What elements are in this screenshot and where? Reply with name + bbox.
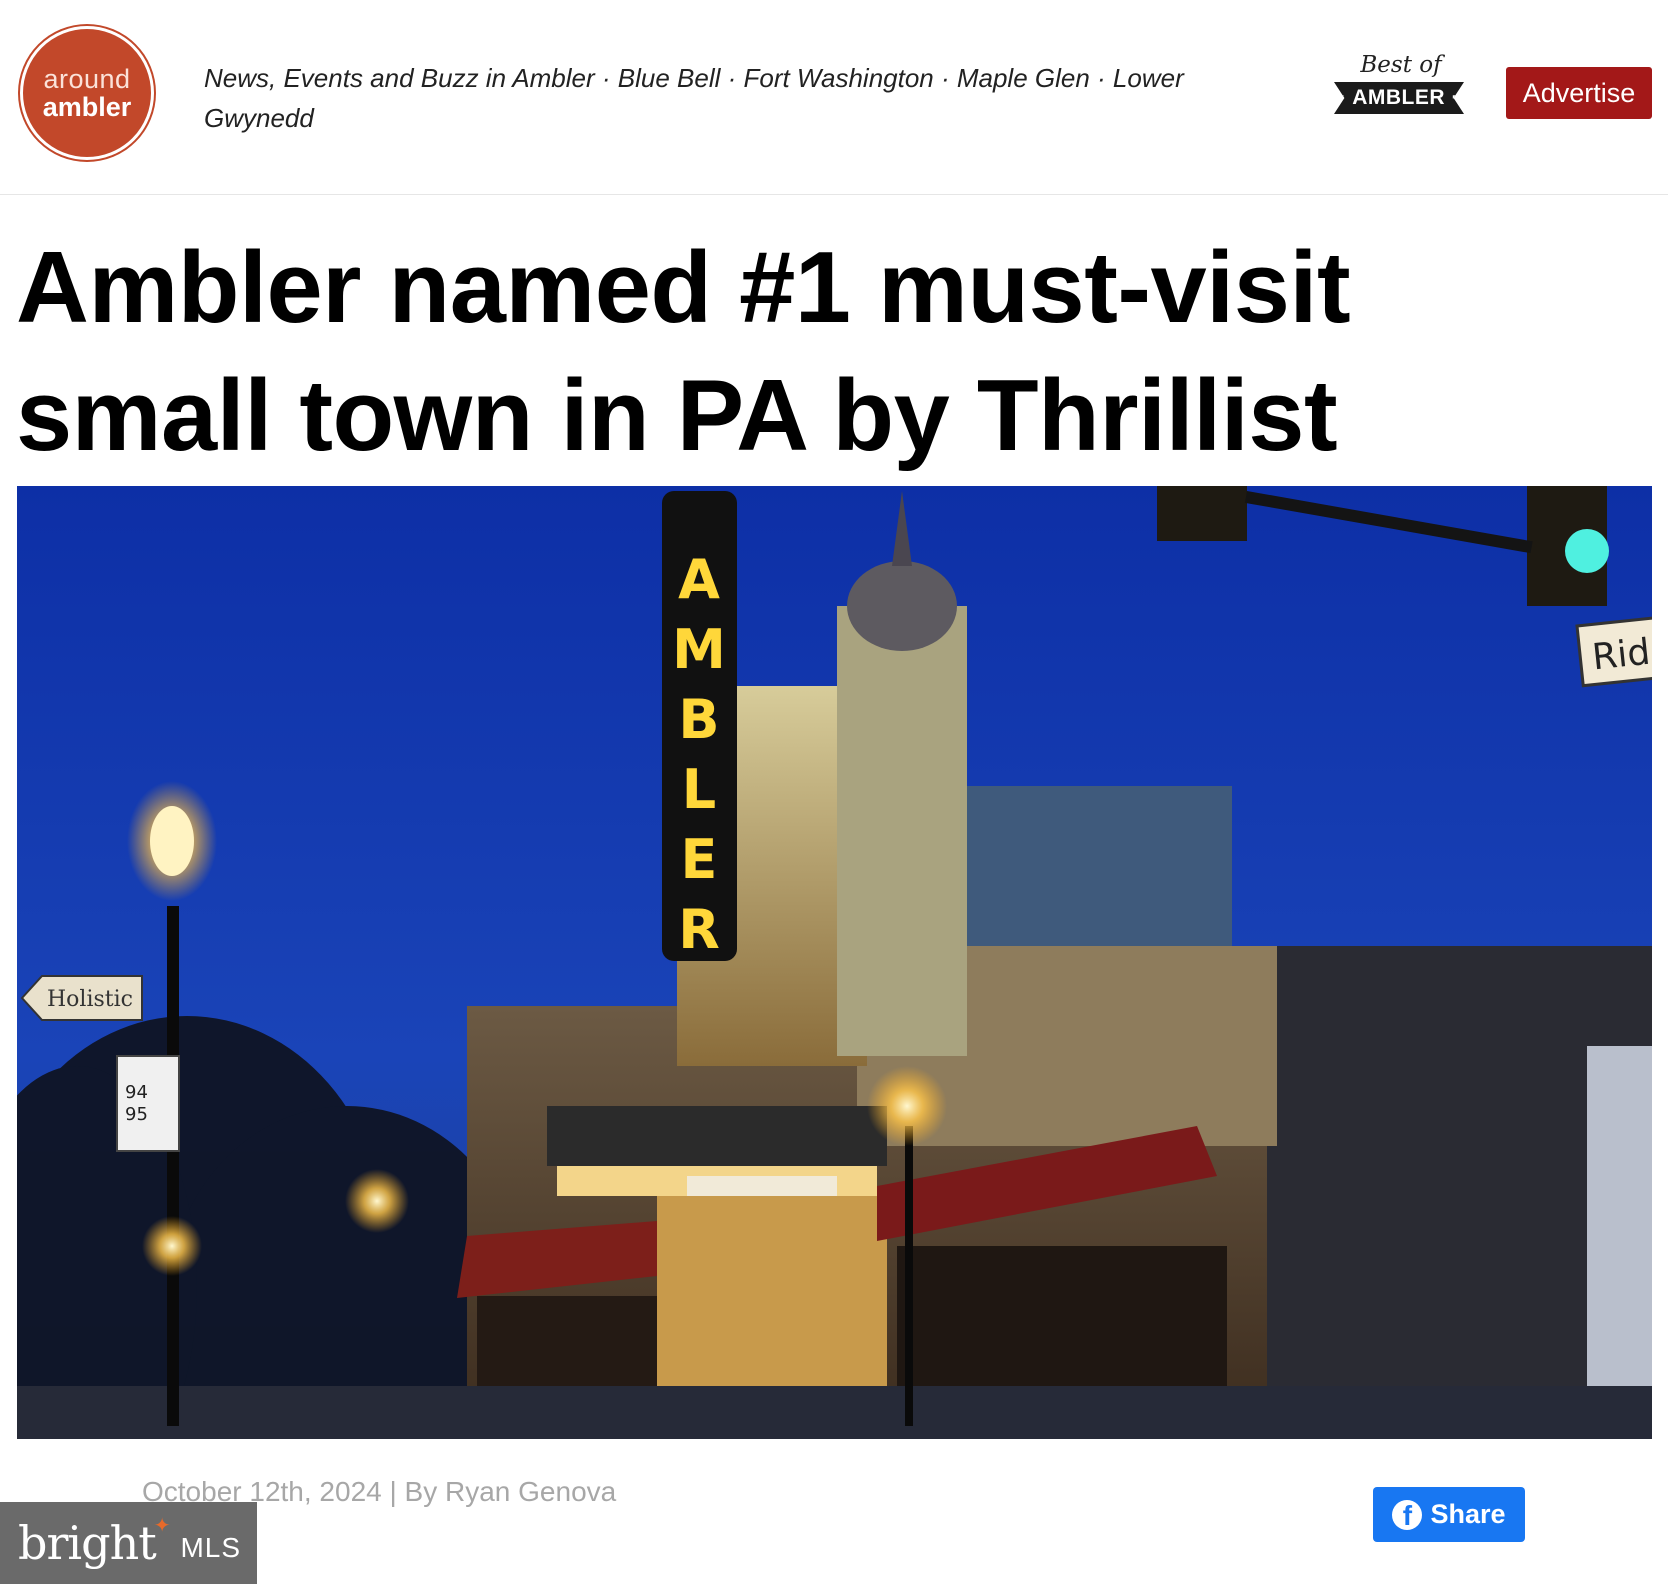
watermark-brand: bright	[18, 1516, 157, 1570]
article-headline: Ambler named #1 must-visit small town in…	[16, 232, 1351, 472]
svg-text:M: M	[672, 618, 726, 681]
logo-text-ambler: ambler	[42, 91, 132, 122]
svg-text:E: E	[681, 828, 718, 891]
svg-text:Holistic: Holistic	[47, 987, 133, 1012]
advertise-button[interactable]: Advertise	[1506, 67, 1652, 119]
facebook-share-button[interactable]: f Share	[1373, 1487, 1525, 1542]
site-tagline: News, Events and Buzz in Ambler · Blue B…	[204, 63, 1184, 133]
share-label: Share	[1430, 1499, 1506, 1529]
watermark-suffix: MLS	[180, 1532, 242, 1563]
facebook-icon: f	[1392, 1499, 1423, 1530]
svg-text:R: R	[678, 898, 720, 961]
svg-text:95: 95	[125, 1104, 148, 1125]
hero-image: A M B L E R Rid Holistic 94 95	[17, 486, 1652, 1439]
around-ambler-logo[interactable]: around ambler	[20, 26, 154, 160]
watermark-dot-icon: ✦	[153, 1514, 171, 1537]
svg-text:Rid: Rid	[1590, 632, 1652, 679]
svg-text:B: B	[678, 688, 719, 751]
svg-text:94: 94	[125, 1082, 148, 1103]
svg-text:L: L	[682, 758, 716, 821]
best-of-ambler-badge[interactable]: Best of · AMBLER ·	[1334, 52, 1464, 118]
bright-mls-watermark: bright ✦ MLS	[0, 1502, 257, 1584]
logo-text-around: around	[43, 63, 131, 94]
best-of-script-text: Best of	[1360, 52, 1442, 78]
best-of-ribbon-text: · AMBLER ·	[1334, 82, 1464, 114]
site-header: around ambler News, Events and Buzz in A…	[0, 0, 1668, 195]
svg-text:A: A	[678, 548, 720, 611]
